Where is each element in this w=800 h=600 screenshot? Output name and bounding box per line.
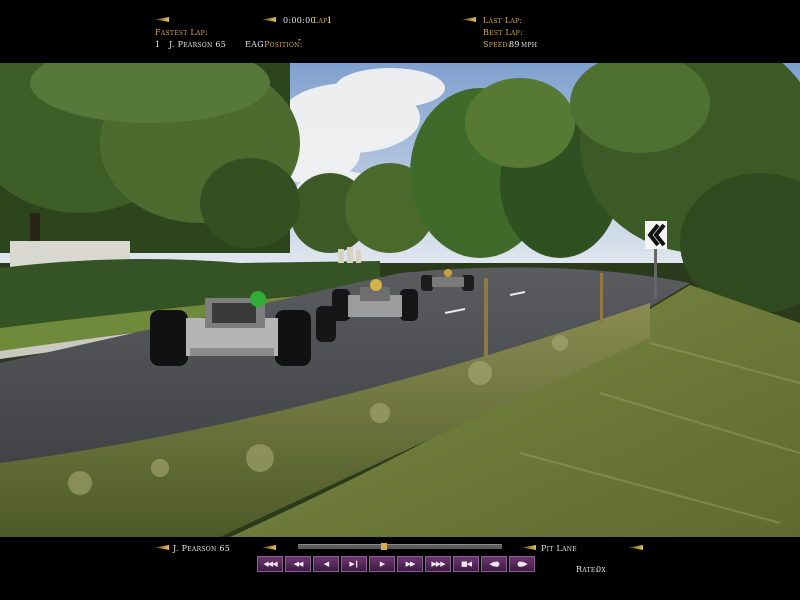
arrow-pointer-icon bbox=[262, 17, 276, 22]
play-button[interactable]: ▶ bbox=[369, 556, 395, 572]
replay-progress-handle[interactable] bbox=[381, 543, 387, 550]
rewind-button[interactable]: ◀ bbox=[313, 556, 339, 572]
fastest-lap-driver: J. Pearson 65 bbox=[169, 40, 227, 49]
next-camera-button[interactable]: ●▶ bbox=[509, 556, 535, 572]
scene-svg bbox=[0, 63, 800, 537]
fastest-lap-label: Fastest Lap: bbox=[155, 28, 209, 37]
position-value: ″ bbox=[298, 38, 302, 47]
rewind-fast-button[interactable]: ◀◀ bbox=[285, 556, 311, 572]
speed-value: 89 bbox=[509, 40, 520, 49]
arrow-pointer-icon bbox=[155, 545, 169, 550]
arrow-pointer-icon bbox=[462, 17, 476, 22]
arrow-pointer-icon bbox=[522, 545, 536, 550]
top-hud: 0:00:00 Lap: 1 Fastest Lap: 1 J. Pearson… bbox=[0, 0, 800, 63]
position-label: Position: bbox=[264, 40, 303, 49]
stop-button[interactable]: ■◀ bbox=[453, 556, 479, 572]
car-code: EAG bbox=[245, 40, 264, 49]
fastest-lap-position: 1 bbox=[155, 40, 161, 49]
rewind-fastest-button[interactable]: ◀◀◀ bbox=[257, 556, 283, 572]
best-lap-label: Best Lap: bbox=[483, 28, 523, 37]
replay-progress-bar[interactable] bbox=[298, 543, 502, 550]
rate-value: 0x bbox=[596, 565, 606, 574]
camera-label[interactable]: Pit Lane bbox=[541, 544, 577, 554]
speed-unit: mph bbox=[521, 40, 538, 49]
race-time: 0:00:00 bbox=[283, 16, 316, 25]
fast-forward-fastest-button[interactable]: ▶▶▶ bbox=[425, 556, 451, 572]
play-pause-button[interactable]: ▶❙ bbox=[341, 556, 367, 572]
fast-forward-button[interactable]: ▶▶ bbox=[397, 556, 423, 572]
race-scene bbox=[0, 63, 800, 537]
arrow-pointer-icon bbox=[262, 545, 276, 550]
last-lap-label: Last Lap: bbox=[483, 16, 523, 25]
previous-camera-button[interactable]: ◀● bbox=[481, 556, 507, 572]
replay-driver-name: J. Pearson 65 bbox=[173, 544, 231, 553]
replay-controls: ◀◀◀ ◀◀ ◀ ▶❙ ▶ ▶▶ ▶▶▶ ■◀ ◀● ●▶ bbox=[257, 556, 545, 572]
speed-label: Speed: bbox=[483, 40, 511, 49]
arrow-pointer-icon bbox=[629, 545, 643, 550]
arrow-pointer-icon bbox=[155, 17, 169, 22]
lap-value: 1 bbox=[327, 16, 333, 25]
